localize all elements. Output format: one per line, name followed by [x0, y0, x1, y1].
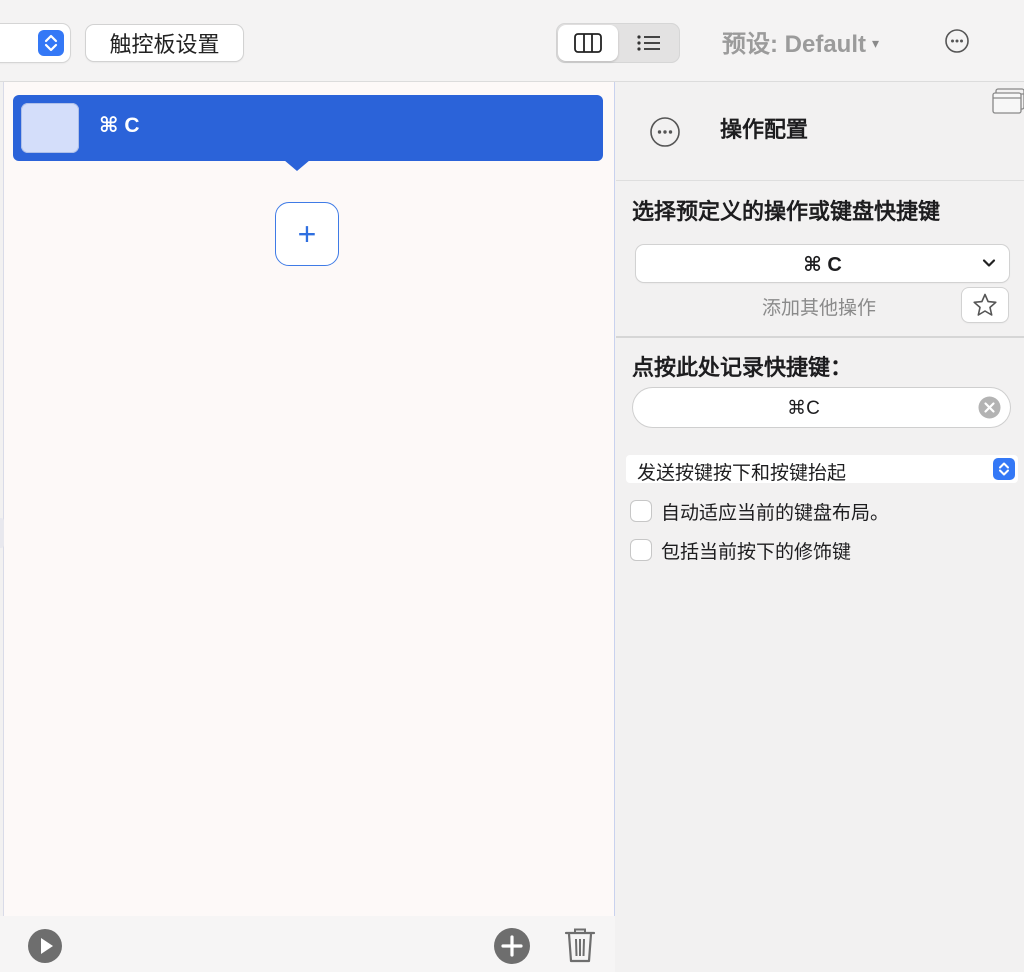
columns-icon: [574, 33, 602, 53]
add-button[interactable]: [493, 927, 531, 965]
more-options-button[interactable]: [944, 28, 970, 54]
star-icon: [973, 293, 997, 316]
action-item-label: ⌘ C: [99, 114, 140, 137]
include-modifiers-checkbox[interactable]: [631, 540, 651, 560]
send-mode-dropdown[interactable]: 发送按键按下和按键抬起: [626, 455, 1018, 484]
toolbar: 触控板设置 预设: Default ▾: [0, 0, 1024, 82]
list-view-button[interactable]: [620, 25, 678, 61]
touchpad-settings-button[interactable]: 触控板设置: [86, 25, 243, 61]
adapt-layout-checkbox[interactable]: [631, 501, 651, 521]
shortcut-recorder-field[interactable]: ⌘C: [633, 388, 1010, 427]
chevron-down-icon: ▾: [872, 34, 880, 51]
play-circle-icon: [28, 929, 62, 963]
list-icon: [637, 35, 660, 51]
adapt-layout-checkbox-row[interactable]: 自动适应当前的键盘布局。: [631, 498, 889, 524]
divider: [616, 336, 1024, 338]
preset-label: 预设: Default: [722, 30, 866, 58]
record-shortcut-label: 点按此处记录快捷键：: [632, 355, 853, 380]
selection-pointer: [284, 160, 310, 171]
play-button[interactable]: [27, 928, 63, 964]
preset-selector[interactable]: 预设: Default ▾: [722, 24, 879, 58]
plus-circle-icon: [494, 928, 530, 964]
action-dropdown[interactable]: ⌘ C: [636, 245, 1009, 282]
divider: [616, 180, 1024, 181]
window-icon[interactable]: [992, 88, 1024, 114]
adapt-layout-label: 自动适应当前的键盘布局。: [661, 502, 890, 524]
action-list-item[interactable]: ⌘ C: [13, 95, 603, 161]
send-mode-value: 发送按键按下和按键抬起: [637, 463, 847, 484]
delete-button[interactable]: [564, 926, 596, 964]
xmark-circle-icon[interactable]: [978, 396, 1001, 419]
recorded-shortcut-value: ⌘C: [787, 398, 820, 419]
ellipsis-circle-icon: [945, 29, 969, 53]
view-mode-segmented-control: [556, 23, 680, 63]
app-selector-popup[interactable]: [0, 24, 70, 62]
config-more-button[interactable]: [648, 115, 682, 149]
ellipsis-circle-icon: [650, 117, 680, 147]
sidebar-handle[interactable]: [0, 518, 4, 548]
chevron-down-icon: [982, 259, 996, 267]
action-thumbnail: [21, 103, 79, 153]
choose-action-label: 选择预定义的操作或键盘快捷键: [632, 199, 941, 224]
include-modifiers-checkbox-row[interactable]: 包括当前按下的修饰键: [631, 537, 851, 563]
columns-view-button[interactable]: [558, 25, 618, 61]
include-modifiers-label: 包括当前按下的修饰键: [661, 541, 852, 563]
add-other-action-link[interactable]: 添加其他操作: [762, 293, 876, 320]
send-mode-stepper-icon: [993, 458, 1015, 480]
favorite-button[interactable]: [962, 288, 1008, 322]
action-dropdown-value: ⌘ C: [803, 254, 842, 276]
app-selector-stepper-icon[interactable]: [38, 30, 64, 56]
trash-icon: [564, 928, 596, 963]
config-title: 操作配置: [720, 117, 809, 142]
add-action-button[interactable]: +: [275, 202, 339, 266]
